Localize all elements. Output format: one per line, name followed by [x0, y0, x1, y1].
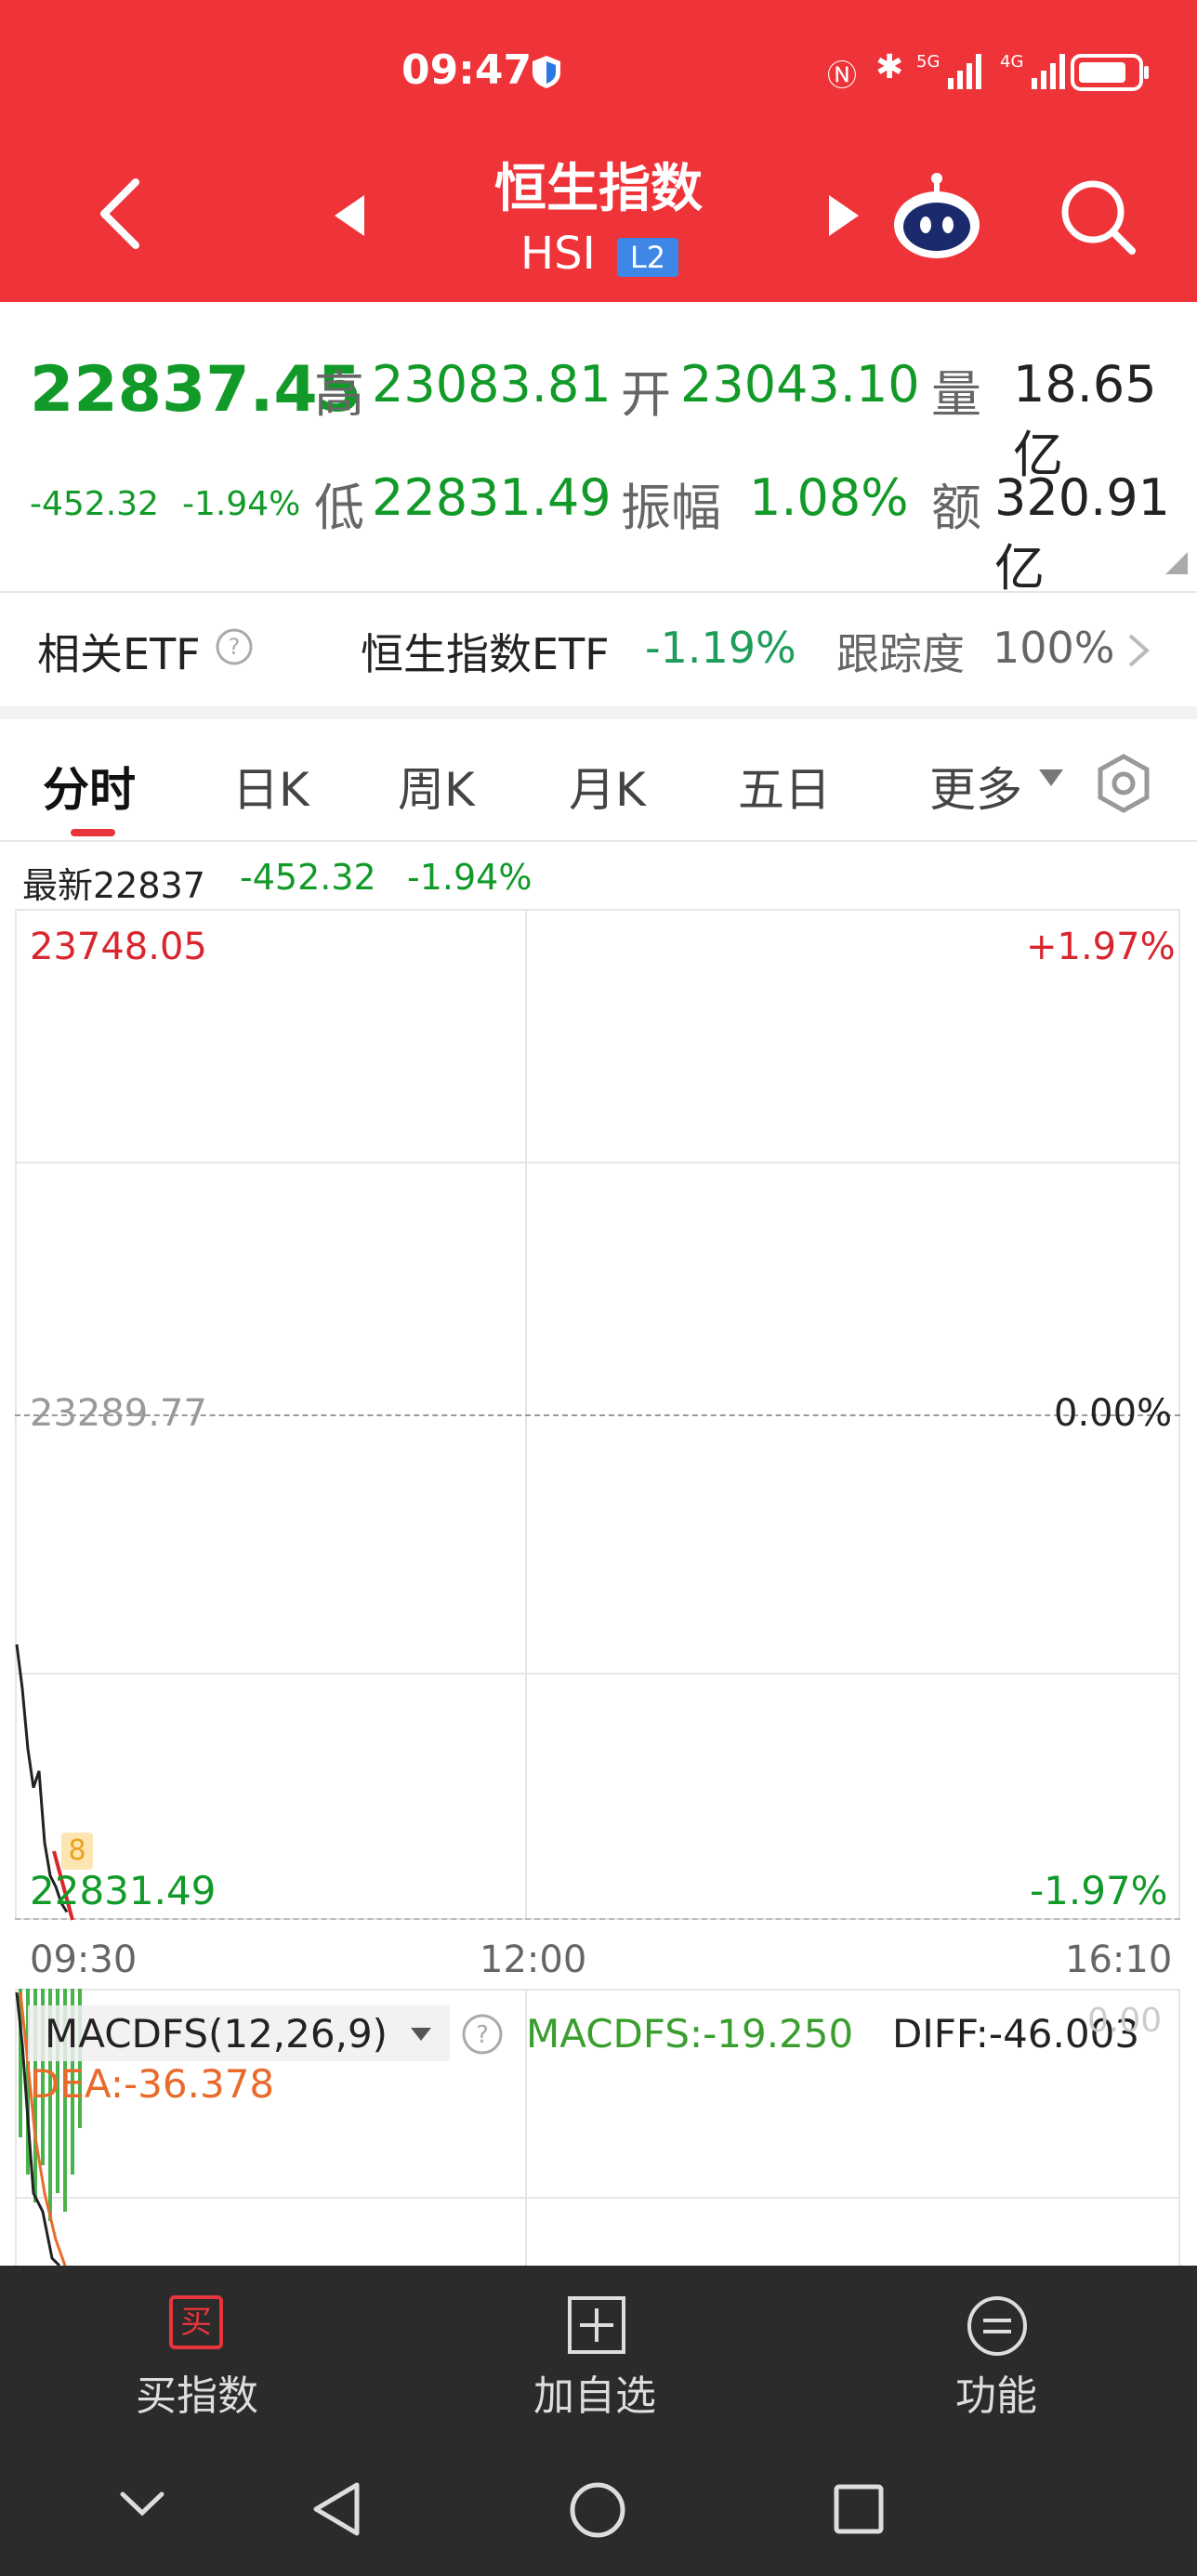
back-nav-icon[interactable]	[310, 2481, 362, 2541]
functions-icon[interactable]	[967, 2295, 1028, 2360]
macd-indicator-label[interactable]: MACDFS(12,26,9)	[45, 2011, 388, 2057]
pct-label-bottom: -1.97%	[1030, 1868, 1168, 1913]
dea-value: DEA:-36.378	[30, 2061, 275, 2107]
collapse-nav-icon[interactable]	[119, 2491, 165, 2522]
y-label-mid: 23289.77	[30, 1392, 207, 1435]
pct-label-top: +1.97%	[1026, 926, 1176, 968]
x-label-mid: 12:00	[480, 1939, 587, 1981]
event-marker[interactable]: 8	[61, 1833, 93, 1870]
buy-icon[interactable]: 买	[169, 2295, 223, 2349]
y-label-bottom: 22831.49	[30, 1868, 217, 1913]
add-watchlist-icon[interactable]	[567, 2295, 626, 2359]
y-label-top: 23748.05	[30, 926, 207, 968]
home-nav-icon[interactable]	[569, 2481, 626, 2543]
pct-label-mid: 0.00%	[1054, 1392, 1173, 1435]
x-label-end: 16:10	[1065, 1939, 1173, 1981]
functions-button[interactable]: 功能	[955, 2362, 1037, 2422]
macd-zero-label: 0.00	[1087, 2002, 1163, 2040]
buy-index-button[interactable]: 买指数	[136, 2362, 258, 2422]
recents-nav-icon[interactable]	[833, 2483, 885, 2539]
svg-text:?: ?	[476, 2021, 489, 2049]
price-chart-svg	[15, 1644, 74, 1921]
macd-dropdown-icon[interactable]	[409, 2026, 433, 2046]
macd-help-icon[interactable]: ?	[461, 2013, 504, 2059]
macdfs-value: MACDFS:-19.250	[526, 2011, 854, 2057]
x-label-start: 09:30	[30, 1939, 138, 1981]
add-watchlist-button[interactable]: 加自选	[533, 2362, 656, 2422]
